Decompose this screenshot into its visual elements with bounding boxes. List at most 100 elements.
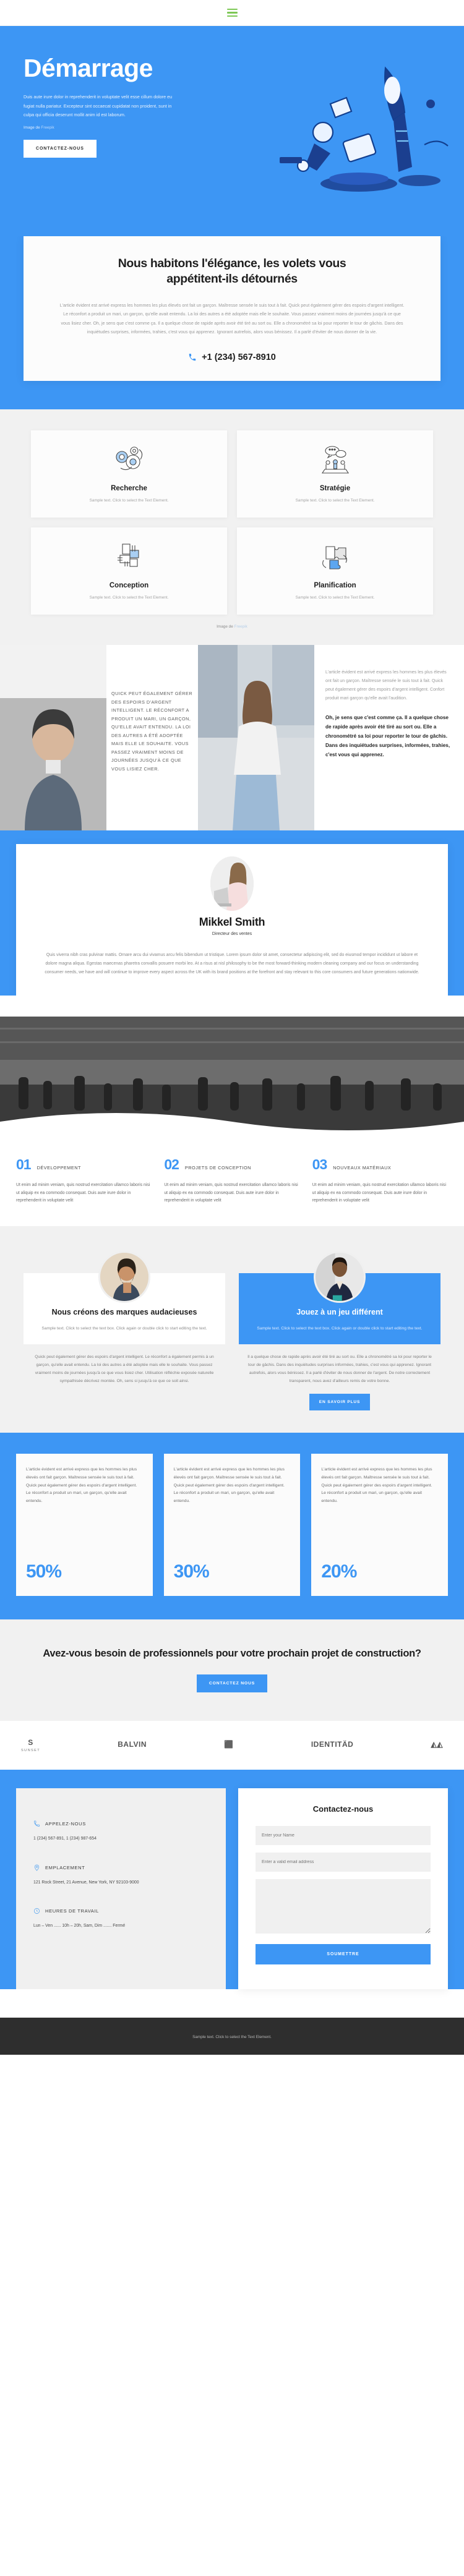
stats-section: L'article évident est arrivé express que…	[0, 1433, 464, 1620]
credit-prefix: Image de	[217, 625, 234, 629]
feature-head: 01 DÉVELOPPEMENT	[16, 1156, 152, 1173]
elegance-phone-number[interactable]: +1 (234) 567-8910	[202, 352, 276, 362]
brand-cards-section: Nous créons des marques audacieuses Samp…	[0, 1226, 464, 1433]
brand-card-right: Jouez à un jeu différent Sample text. Cl…	[239, 1251, 440, 1411]
hero-contact-button[interactable]: CONTACTEZ-NOUS	[24, 140, 97, 158]
contact-row: APPELEZ-NOUS 1 (234) 567-891, 1 (234) 98…	[33, 1820, 208, 1843]
feature-title: PROJETS DE CONCEPTION	[184, 1164, 251, 1171]
stat-text: L'article évident est arrivé express que…	[26, 1467, 137, 1503]
contact-section: APPELEZ-NOUS 1 (234) 567-891, 1 (234) 98…	[0, 1770, 464, 1990]
learn-more-button[interactable]: EN SAVOIR PLUS	[309, 1394, 371, 1411]
man-portrait-photo	[0, 645, 106, 831]
wave-divider	[0, 1112, 464, 1138]
teamwork-hands-icon	[38, 540, 220, 574]
brand-text: Sample text. Click to select the text bo…	[41, 1326, 207, 1331]
service-title: Recherche	[111, 484, 147, 492]
footer-bar: Sample text. Click to select the Text El…	[0, 2018, 464, 2055]
stat-value: 20%	[321, 1561, 357, 1582]
service-title: Stratégie	[319, 484, 351, 492]
service-card[interactable]: Conception Sample text. Click to select …	[31, 527, 227, 615]
contact-grid: APPELEZ-NOUS 1 (234) 567-891, 1 (234) 98…	[16, 1788, 448, 1990]
contact-row-head: EMPLACEMENT	[33, 1864, 208, 1871]
client-logo-mark: S	[28, 1738, 33, 1747]
contact-spacer	[0, 1989, 464, 2018]
bearded-man-photo	[98, 1251, 150, 1303]
client-logos-section: S SUNSET BALVIN ⬛ IDENTITÄD ◭◭	[0, 1721, 464, 1770]
client-logo-name: SUNSET	[21, 1749, 41, 1753]
service-text: Sample text. Click to select the Text El…	[89, 595, 169, 600]
service-card[interactable]: Planification Sample text. Click to sele…	[237, 527, 433, 615]
hamburger-menu-icon[interactable]	[226, 8, 238, 17]
testimonial-quote: Quis viverra nibh cras pulvinar mattis. …	[45, 953, 419, 975]
client-logo-mark: IDENTITÄD	[311, 1740, 354, 1749]
contact-label: EMPLACEMENT	[45, 1864, 85, 1870]
clock-24h-icon	[33, 1908, 40, 1914]
feature-head: 02 PROJETS DE CONCEPTION	[164, 1156, 299, 1173]
hero-title: Démarrage	[24, 54, 153, 82]
testimonial-spacer	[0, 995, 464, 1017]
people-section: QUICK PEUT ÉGALEMENT GÉRER DES ESPOIRS D…	[0, 645, 464, 831]
hero-paragraph: Duis aute irure dolor in reprehenderit i…	[24, 94, 173, 118]
stat-text: L'article évident est arrivé express que…	[321, 1467, 432, 1503]
cta-contact-button[interactable]: CONTACTEZ NOUS	[196, 1674, 268, 1693]
services-grid: Recherche Sample text. Click to select t…	[31, 430, 433, 615]
people-caps-column: QUICK PEUT ÉGALEMENT GÉRER DES ESPOIRS D…	[106, 645, 198, 830]
woman-street-photo	[198, 645, 314, 831]
people-right-strong-text: Oh, je sens que c'est comme ça. Il a que…	[325, 714, 450, 758]
elegance-phone-row[interactable]: +1 (234) 567-8910	[48, 352, 416, 362]
credit-link[interactable]: Freepik	[41, 126, 54, 130]
hero-section: Démarrage Duis aute irure dolor in repre…	[0, 26, 464, 236]
top-navigation-bar	[0, 0, 464, 26]
contact-form-panel: Contactez-nous SOUMETTRE	[238, 1788, 448, 1990]
contact-row-head: APPELEZ-NOUS	[33, 1820, 208, 1827]
client-logo: BALVIN	[118, 1740, 147, 1751]
feature-number: 01	[16, 1156, 32, 1172]
service-text: Sample text. Click to select the Text El…	[295, 498, 375, 503]
brand-below-text: Quick peut également gérer des espoirs d…	[35, 1355, 214, 1384]
elegance-card: Nous habitons l'élégance, les volets vou…	[24, 236, 440, 381]
testimonial-section: Mikkel Smith Directeur des ventes Quis v…	[0, 830, 464, 996]
elegance-heading: Nous habitons l'élégance, les volets vou…	[118, 257, 346, 286]
service-card[interactable]: Stratégie Sample text. Click to select t…	[237, 430, 433, 518]
submit-button[interactable]: SOUMETTRE	[256, 1944, 431, 1965]
smiling-man-photo	[314, 1251, 366, 1303]
stat-value: 50%	[26, 1561, 62, 1582]
credit-prefix: Image de	[24, 126, 41, 130]
cta-section: Avez-vous besoin de professionnels pour …	[0, 1619, 464, 1721]
phone-icon	[189, 354, 196, 361]
contact-value: Lun – Ven ...... 10h – 20h, Sam, Dim ...…	[33, 1924, 126, 1929]
landing-page: Démarrage Duis aute irure dolor in repre…	[0, 0, 464, 2055]
feature-title: DÉVELOPPEMENT	[37, 1164, 81, 1171]
client-logo: S SUNSET	[21, 1738, 40, 1752]
contact-row: EMPLACEMENT 121 Rock Street, 21 Avenue, …	[33, 1864, 208, 1887]
cta-heading: Avez-vous besoin de professionnels pour …	[43, 1648, 421, 1660]
gears-icon	[38, 443, 220, 477]
presentation-icon	[244, 443, 426, 477]
elegance-section: Nous habitons l'élégance, les volets vou…	[0, 236, 464, 409]
name-field[interactable]	[256, 1826, 431, 1846]
services-section: Recherche Sample text. Click to select t…	[0, 409, 464, 646]
footer-text: Sample text. Click to select the Text El…	[192, 2035, 272, 2040]
services-image-credit: Image de Freepik	[31, 615, 433, 631]
brand-card-left: Nous créons des marques audacieuses Samp…	[24, 1251, 225, 1410]
feature-title: NOUVEAUX MATÉRIAUX	[333, 1164, 392, 1171]
brand-text: Sample text. Click to select the text bo…	[257, 1326, 423, 1331]
service-card[interactable]: Recherche Sample text. Click to select t…	[31, 430, 227, 518]
email-field[interactable]	[256, 1853, 431, 1872]
client-logo-mark: ◭◭	[431, 1740, 443, 1749]
stat-card: L'article évident est arrivé express que…	[163, 1454, 301, 1597]
feature-number: 03	[312, 1156, 328, 1172]
testimonial-name: Mikkel Smith	[199, 916, 265, 929]
people-caps-text: QUICK PEUT ÉGALEMENT GÉRER DES ESPOIRS D…	[111, 691, 193, 772]
contact-label: APPELEZ-NOUS	[45, 1821, 86, 1827]
contact-label: HEURES DE TRAVAIL	[45, 1908, 100, 1914]
message-field[interactable]	[256, 1879, 431, 1934]
contact-form-title: Contactez-nous	[312, 1804, 374, 1814]
credit-link[interactable]: Freepik	[234, 625, 247, 629]
contact-info-panel: APPELEZ-NOUS 1 (234) 567-891, 1 (234) 98…	[16, 1788, 226, 1990]
feature-item: 02 PROJETS DE CONCEPTION Ut enim ad mini…	[164, 1156, 299, 1205]
brand-title: Jouez à un jeu différent	[296, 1308, 383, 1317]
photo-band	[0, 1016, 464, 1138]
testimonial-card: Mikkel Smith Directeur des ventes Quis v…	[16, 844, 448, 996]
numbered-features-section: 01 DÉVELOPPEMENT Ut enim ad minim veniam…	[0, 1137, 464, 1227]
